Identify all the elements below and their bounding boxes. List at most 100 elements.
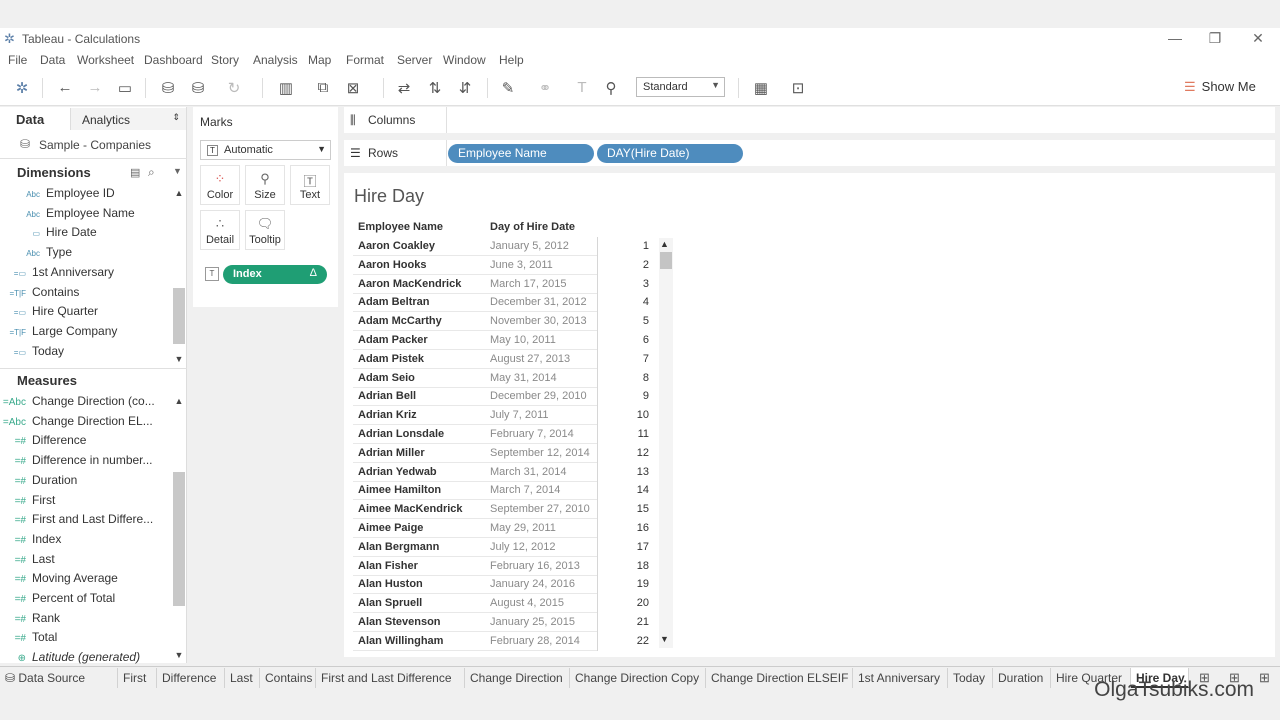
color-button[interactable]: ⁘ Color: [200, 165, 240, 205]
sort-ascending-icon[interactable]: ⇅: [425, 79, 445, 97]
group-members-icon[interactable]: ⚭: [535, 79, 555, 97]
column-header-day-of-hire-date[interactable]: Day of Hire Date: [490, 221, 575, 233]
table-row[interactable]: Aaron MacKendrick March 17, 2015 3: [353, 274, 653, 294]
pause-updates-icon[interactable]: ⛁: [188, 79, 208, 97]
menu-help[interactable]: Help: [499, 53, 524, 67]
tab-data-source[interactable]: ⛁ Data Source: [0, 668, 118, 688]
table-row[interactable]: Adrian Yedwab March 31, 2014 13: [353, 462, 653, 482]
show-labels-icon[interactable]: T: [572, 79, 592, 96]
clear-sheet-icon[interactable]: ⊠: [343, 79, 363, 97]
sheet-tab[interactable]: First: [118, 668, 157, 688]
measures-scrollbar[interactable]: [173, 472, 185, 606]
table-row[interactable]: Adrian Miller September 12, 2014 12: [353, 443, 653, 463]
dimension-field[interactable]: Abc Employee Name: [0, 206, 170, 226]
menu-story[interactable]: Story: [211, 53, 239, 67]
scroll-up-icon[interactable]: ▲: [173, 188, 185, 198]
sheet-tab[interactable]: Last: [225, 668, 260, 688]
menu-window[interactable]: Window: [443, 53, 486, 67]
sheet-tab[interactable]: Change Direction: [465, 668, 570, 688]
table-row[interactable]: Adrian Lonsdale February 7, 2014 11: [353, 425, 653, 444]
scroll-down-icon[interactable]: ▼: [173, 650, 185, 660]
tooltip-button[interactable]: 🗨 Tooltip: [245, 210, 285, 250]
menu-file[interactable]: File: [8, 53, 27, 67]
measure-field[interactable]: =# First and Last Differe...: [0, 512, 170, 532]
view-scroll-thumb[interactable]: [660, 252, 672, 269]
table-row[interactable]: Adam Seio May 31, 2014 8: [353, 368, 653, 388]
tab-data[interactable]: Data: [16, 112, 44, 127]
day-hire-date-pill[interactable]: DAY(Hire Date): [597, 144, 743, 163]
index-pill[interactable]: Index Δ: [223, 265, 327, 284]
measure-field[interactable]: =# Total: [0, 630, 170, 650]
columns-shelf[interactable]: ⫼ Columns: [344, 107, 1275, 133]
sheet-tab[interactable]: Change Direction ELSEIF: [706, 668, 853, 688]
measure-field[interactable]: =# Index: [0, 532, 170, 552]
text-button[interactable]: 🅃 Text: [290, 165, 330, 205]
table-row[interactable]: Aimee MacKendrick September 27, 2010 15: [353, 500, 653, 520]
sort-descending-icon[interactable]: ⇵: [455, 79, 475, 97]
scroll-up-icon[interactable]: ▲: [173, 396, 185, 406]
minimize-icon[interactable]: —: [1160, 30, 1190, 46]
dimension-field[interactable]: Abc Type: [0, 245, 170, 265]
duplicate-sheet-icon[interactable]: ⧉: [313, 79, 333, 96]
menu-server[interactable]: Server: [397, 53, 432, 67]
fit-select[interactable]: Standard ▼: [636, 77, 725, 97]
table-row[interactable]: Adam McCarthy November 30, 2013 5: [353, 312, 653, 332]
measure-field[interactable]: =# Rank: [0, 611, 170, 631]
fix-axes-icon[interactable]: ⚲: [601, 79, 621, 97]
table-row[interactable]: Adam Packer May 10, 2011 6: [353, 331, 653, 350]
menu-dashboard[interactable]: Dashboard: [144, 53, 203, 67]
table-row[interactable]: Alan Spruell August 4, 2015 20: [353, 594, 653, 614]
column-header-employee-name[interactable]: Employee Name: [358, 221, 443, 233]
sheet-tab[interactable]: Difference: [157, 668, 225, 688]
sheet-tab[interactable]: 1st Anniversary: [853, 668, 948, 688]
table-row[interactable]: Alan Stevenson January 25, 2015 21: [353, 613, 653, 632]
dimension-field[interactable]: Abc Employee ID: [0, 186, 170, 206]
menu-map[interactable]: Map: [308, 53, 331, 67]
sheet-tab[interactable]: Contains: [260, 668, 316, 688]
table-row[interactable]: Alan Willingham February 28, 2014 22: [353, 631, 653, 651]
view-scrollbar[interactable]: [659, 238, 673, 648]
new-story-tab-icon[interactable]: ⊞: [1259, 670, 1270, 686]
save-icon[interactable]: ▭: [115, 79, 135, 97]
sheet-tab[interactable]: Today: [948, 668, 993, 688]
table-row[interactable]: Alan Fisher February 16, 2013 18: [353, 556, 653, 576]
table-row[interactable]: Adrian Bell December 29, 2010 9: [353, 387, 653, 407]
new-datasource-icon[interactable]: ⛁: [158, 79, 178, 97]
measure-field[interactable]: =# First: [0, 493, 170, 513]
measure-field[interactable]: =Abc Change Direction EL...: [0, 414, 170, 434]
scroll-down-icon[interactable]: ▼: [173, 354, 185, 364]
menu-analysis[interactable]: Analysis: [253, 53, 298, 67]
show-cards-icon[interactable]: ▦: [751, 79, 771, 97]
dimension-field[interactable]: =T|F Contains: [0, 285, 170, 305]
table-row[interactable]: Aimee Paige May 29, 2011 16: [353, 519, 653, 538]
table-row[interactable]: Alan Bergmann July 12, 2012 17: [353, 537, 653, 557]
tab-analytics[interactable]: Analytics ⇕: [70, 108, 186, 130]
measure-field[interactable]: =# Difference in number...: [0, 453, 170, 473]
new-worksheet-icon[interactable]: ▥: [276, 79, 296, 97]
undo-icon[interactable]: ←: [55, 79, 75, 96]
menu-data[interactable]: Data: [40, 53, 65, 67]
menu-worksheet[interactable]: Worksheet: [77, 53, 134, 67]
dimensions-scrollbar[interactable]: [173, 288, 185, 344]
mark-type-select[interactable]: T Automatic ▼: [200, 140, 331, 160]
table-row[interactable]: Adrian Kriz July 7, 2011 10: [353, 406, 653, 426]
restore-icon[interactable]: ❐: [1200, 30, 1230, 47]
measure-field[interactable]: =# Difference: [0, 433, 170, 453]
show-me-button[interactable]: ☰ Show Me: [1184, 79, 1256, 95]
search-icon[interactable]: ⌕: [148, 165, 155, 180]
presentation-mode-icon[interactable]: ⊡: [788, 79, 808, 97]
dimension-field[interactable]: =▭ Hire Quarter: [0, 304, 170, 324]
sheet-tab[interactable]: First and Last Difference: [316, 668, 465, 688]
highlight-icon[interactable]: ✎: [498, 79, 518, 97]
measure-field[interactable]: =# Duration: [0, 473, 170, 493]
table-row[interactable]: Alan Huston January 24, 2016 19: [353, 575, 653, 595]
swap-rows-columns-icon[interactable]: ⇄: [394, 79, 414, 97]
measure-field[interactable]: =Abc Change Direction (co...: [0, 394, 170, 414]
detail-button[interactable]: ∴ Detail: [200, 210, 240, 250]
scroll-up-icon[interactable]: ▲: [660, 239, 669, 249]
datasource-name[interactable]: Sample - Companies: [39, 138, 151, 152]
employee-name-pill[interactable]: Employee Name: [448, 144, 594, 163]
size-button[interactable]: ⚲ Size: [245, 165, 285, 205]
close-icon[interactable]: ✕: [1243, 30, 1273, 47]
table-row[interactable]: Aimee Hamilton March 7, 2014 14: [353, 481, 653, 501]
